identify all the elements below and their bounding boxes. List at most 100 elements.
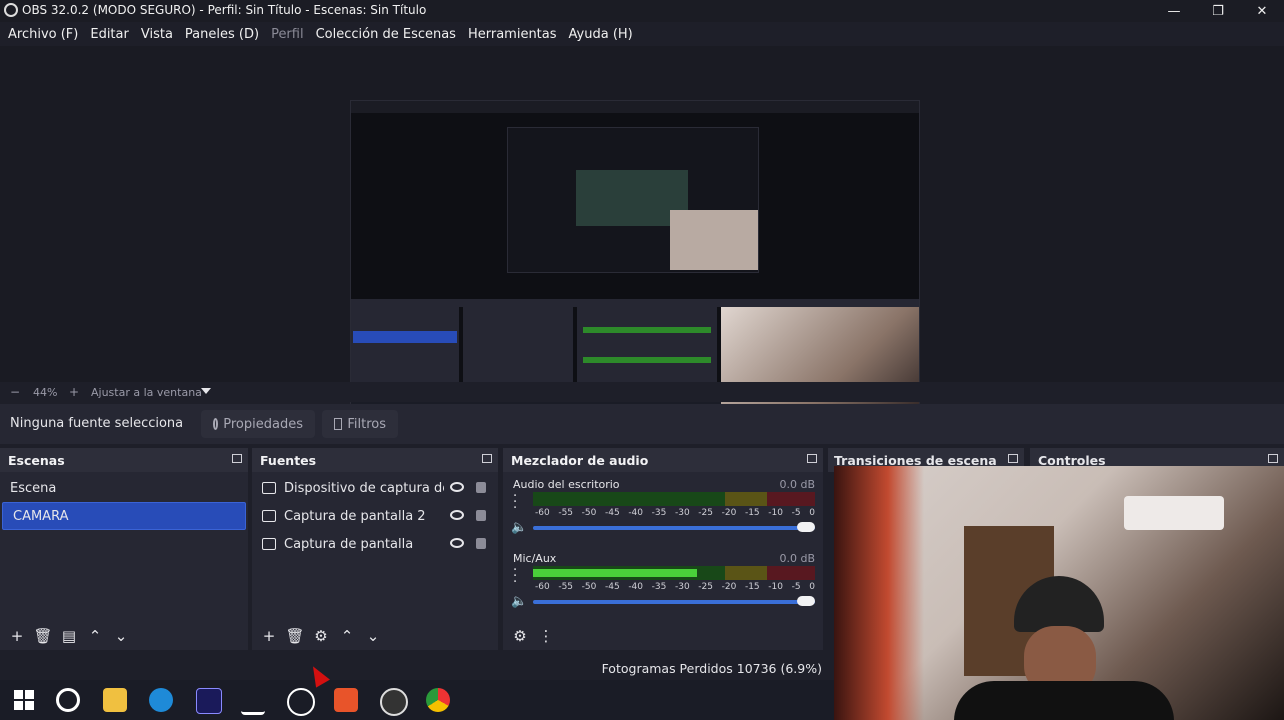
zoom-in-button[interactable]: + — [69, 385, 79, 399]
meter-tick-label: -45 — [604, 582, 620, 592]
zoom-fit-label[interactable]: Ajustar a la ventana — [91, 386, 202, 399]
brave-browser-icon[interactable] — [334, 688, 358, 712]
no-source-label: Ninguna fuente selecciona — [10, 416, 184, 431]
source-item[interactable]: Captura de pantalla 2 — [252, 502, 498, 530]
meter-tick-label: -15 — [744, 508, 760, 518]
undock-icon[interactable] — [1008, 454, 1018, 463]
menu-herramientas[interactable]: Herramientas — [462, 27, 563, 42]
source-label: Captura de pantalla 2 — [284, 508, 426, 524]
add-scene-icon[interactable]: + — [8, 627, 26, 645]
window-title: OBS 32.0.2 (MODO SEGURO) - Perfil: Sin T… — [22, 3, 427, 17]
mixer-dock-header: Mezclador de audio — [503, 448, 823, 472]
search-icon[interactable] — [56, 688, 80, 712]
lock-icon[interactable] — [476, 510, 486, 521]
obs-taskbar-icon[interactable] — [380, 688, 408, 716]
dropped-frames-status: Fotogramas Perdidos 10736 (6.9%) — [601, 661, 822, 676]
chrome-browser-icon[interactable] — [426, 688, 450, 712]
menu-vista[interactable]: Vista — [135, 27, 179, 42]
meter-tick-label: -40 — [628, 508, 644, 518]
filters-button[interactable]: Filtros — [322, 410, 398, 438]
speaker-icon[interactable]: 🔈 — [511, 520, 527, 535]
properties-label: Propiedades — [223, 416, 303, 432]
channel-menu-icon[interactable]: · · · — [513, 490, 517, 515]
visibility-eye-icon[interactable] — [450, 482, 464, 492]
add-source-icon[interactable]: + — [260, 627, 278, 645]
volume-meter — [533, 566, 815, 580]
source-item[interactable]: Dispositivo de captura de vic — [252, 474, 498, 502]
preview-canvas[interactable] — [350, 100, 920, 424]
meter-tick-label: -50 — [581, 508, 597, 518]
move-down-icon[interactable]: ⌄ — [364, 627, 382, 645]
volume-slider-handle[interactable] — [797, 522, 815, 532]
menu-bar: Archivo (F) Editar Vista Paneles (D) Per… — [0, 22, 1284, 46]
windows-taskbar — [0, 680, 834, 720]
meter-level — [533, 569, 697, 577]
close-button[interactable]: ✕ — [1240, 0, 1284, 22]
scenes-dock-header: Escenas — [0, 448, 248, 472]
monitor-icon — [262, 538, 276, 550]
scene-item-camara[interactable]: CAMARA — [2, 502, 246, 530]
windows-start-icon[interactable] — [12, 688, 36, 712]
mixer-menu-icon[interactable]: ⋮ — [537, 627, 555, 645]
mixer-channel-desktop: Audio del escritorio 0.0 dB · · · -60 -55 -5… — [511, 478, 815, 540]
media-player-icon[interactable] — [287, 688, 315, 716]
meter-ticks: -60 -55 -50 -45 -40 -35 -30 -25 -20 -15 -10 -5 0 — [535, 582, 815, 592]
zoom-dropdown-icon[interactable] — [201, 388, 211, 394]
scene-filters-icon[interactable]: ▤ — [60, 627, 78, 645]
lock-icon[interactable] — [476, 482, 486, 493]
remove-source-icon[interactable]: 🗑 — [285, 627, 304, 645]
menu-archivo[interactable]: Archivo (F) — [0, 27, 84, 42]
properties-button[interactable]: Propiedades — [201, 410, 315, 438]
undock-icon[interactable] — [232, 454, 242, 463]
visibility-eye-icon[interactable] — [450, 510, 464, 520]
meter-tick-label: -55 — [558, 508, 574, 518]
volume-slider-handle[interactable] — [797, 596, 815, 606]
speaker-icon[interactable]: 🔈 — [511, 594, 527, 609]
source-properties-icon[interactable]: ⚙ — [312, 627, 330, 645]
volume-slider[interactable] — [533, 526, 815, 530]
obs-logo-icon — [4, 3, 18, 17]
channel-menu-icon[interactable]: · · · — [513, 564, 517, 589]
meter-tick-label: -5 — [791, 582, 801, 592]
minimize-button[interactable]: — — [1152, 0, 1196, 22]
zoom-out-button[interactable]: − — [10, 385, 20, 399]
undock-icon[interactable] — [482, 454, 492, 463]
meter-tick-label: -45 — [604, 508, 620, 518]
scenes-toolbar: + 🗑 ▤ ⌃ ⌄ — [0, 622, 248, 650]
edge-browser-icon[interactable] — [149, 688, 173, 712]
menu-coleccion-escenas[interactable]: Colección de Escenas — [310, 27, 462, 42]
menu-paneles[interactable]: Paneles (D) — [179, 27, 265, 42]
status-bar: Fotogramas Perdidos 10736 (6.9%) — [0, 656, 834, 680]
advanced-audio-icon[interactable]: ⚙ — [511, 627, 529, 645]
context-bar: Ninguna fuente selecciona Propiedades Fi… — [0, 404, 1284, 444]
zoom-bar: − 44% + Ajustar a la ventana — [0, 382, 1284, 402]
person-shoulders — [954, 681, 1174, 720]
mixer-toolbar: ⚙ ⋮ — [503, 622, 823, 650]
lock-icon[interactable] — [476, 538, 486, 549]
volume-slider[interactable] — [533, 600, 815, 604]
filter-icon — [334, 418, 343, 430]
scene-item-escena[interactable]: Escena — [0, 474, 248, 502]
premiere-icon[interactable] — [196, 688, 222, 714]
source-label: Dispositivo de captura de vic — [284, 480, 444, 496]
menu-editar[interactable]: Editar — [84, 27, 135, 42]
volume-meter — [533, 492, 815, 506]
meter-ticks: -60 -55 -50 -45 -40 -35 -30 -25 -20 -15 -10 -5 0 — [535, 508, 815, 518]
preview-area[interactable] — [0, 46, 1284, 424]
file-explorer-icon[interactable] — [103, 688, 127, 712]
meter-tick-label: -30 — [674, 508, 690, 518]
move-up-icon[interactable]: ⌃ — [338, 627, 356, 645]
remove-scene-icon[interactable]: 🗑 — [33, 627, 52, 645]
source-item[interactable]: Captura de pantalla — [252, 530, 498, 558]
audio-app-icon[interactable] — [241, 688, 265, 715]
webcam-overlay — [834, 466, 1284, 720]
undock-icon[interactable] — [1268, 454, 1278, 463]
visibility-eye-icon[interactable] — [450, 538, 464, 548]
move-up-icon[interactable]: ⌃ — [86, 627, 104, 645]
menu-ayuda[interactable]: Ayuda (H) — [563, 27, 639, 42]
maximize-button[interactable]: ❐ — [1196, 0, 1240, 22]
undock-icon[interactable] — [807, 454, 817, 463]
meter-tick-label: -5 — [791, 508, 801, 518]
move-down-icon[interactable]: ⌄ — [112, 627, 130, 645]
nested-title-bar — [351, 101, 919, 113]
